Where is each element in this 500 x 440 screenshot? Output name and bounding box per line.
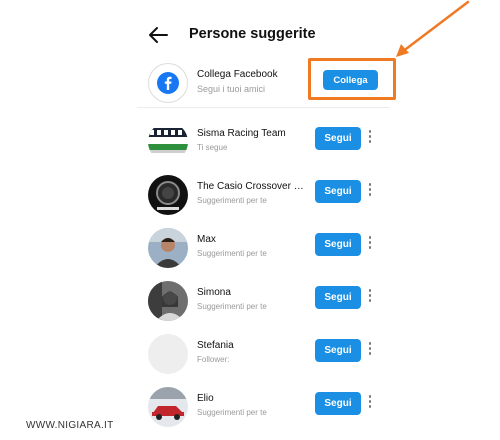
more-options-icon[interactable]: [366, 236, 374, 252]
page-title: Persone suggerite: [189, 26, 316, 42]
suggestion-row[interactable]: Stefania Follower: Segui: [137, 331, 390, 383]
follow-button[interactable]: Segui: [315, 127, 361, 150]
suggestion-row[interactable]: Max Suggerimenti per te Segui: [137, 225, 390, 277]
more-options-icon[interactable]: [366, 183, 374, 199]
more-options-icon[interactable]: [366, 342, 374, 358]
follow-button[interactable]: Segui: [315, 180, 361, 203]
facebook-icon: [157, 72, 179, 94]
header: Persone suggerite: [137, 14, 390, 54]
user-name: Stefania: [197, 340, 234, 351]
user-subtitle: Suggerimenti per te: [197, 408, 267, 417]
racing-team-logo-icon: [148, 122, 188, 162]
connect-title: Collega Facebook: [197, 69, 278, 80]
highlight-box: [308, 58, 396, 100]
more-options-icon[interactable]: [366, 289, 374, 305]
avatar: [148, 387, 188, 427]
user-name: The Casio Crossover Pl...: [197, 181, 309, 192]
user-name: Elio: [197, 393, 214, 404]
more-options-icon[interactable]: [366, 130, 374, 146]
connect-subtitle: Segui i tuoi amici: [197, 84, 266, 94]
user-name: Max: [197, 234, 216, 245]
watch-avatar-icon: [148, 175, 188, 215]
avatar: [148, 175, 188, 215]
facebook-avatar: [148, 63, 188, 103]
person-avatar-icon: [148, 228, 188, 268]
watermark: WWW.NIGIARA.IT: [26, 420, 114, 431]
avatar: [148, 122, 188, 162]
user-subtitle: Suggerimenti per te: [197, 302, 267, 311]
avatar-placeholder: [148, 334, 188, 374]
avatar: [148, 228, 188, 268]
person-avatar-icon: [148, 281, 188, 321]
suggestion-row[interactable]: The Casio Crossover Pl... Suggerimenti p…: [137, 172, 390, 224]
suggestion-row[interactable]: Sisma Racing Team Ti segue Segui: [137, 119, 390, 171]
follow-button[interactable]: Segui: [315, 339, 361, 362]
user-subtitle: Suggerimenti per te: [197, 196, 267, 205]
avatar: [148, 281, 188, 321]
follow-button[interactable]: Segui: [315, 392, 361, 415]
car-avatar-icon: [148, 387, 188, 427]
user-name: Simona: [197, 287, 231, 298]
user-subtitle: Suggerimenti per te: [197, 249, 267, 258]
follow-button[interactable]: Segui: [315, 286, 361, 309]
divider: [137, 107, 390, 108]
more-options-icon[interactable]: [366, 395, 374, 411]
user-subtitle: Ti segue: [197, 143, 228, 152]
user-name: Sisma Racing Team: [197, 128, 286, 139]
suggestion-row[interactable]: Elio Suggerimenti per te Segui: [137, 384, 390, 436]
suggestion-row[interactable]: Simona Suggerimenti per te Segui: [137, 278, 390, 330]
annotation-arrow-icon: [396, 0, 470, 57]
follow-button[interactable]: Segui: [315, 233, 361, 256]
back-arrow-icon[interactable]: [147, 24, 169, 46]
user-subtitle: Follower:: [197, 355, 230, 364]
